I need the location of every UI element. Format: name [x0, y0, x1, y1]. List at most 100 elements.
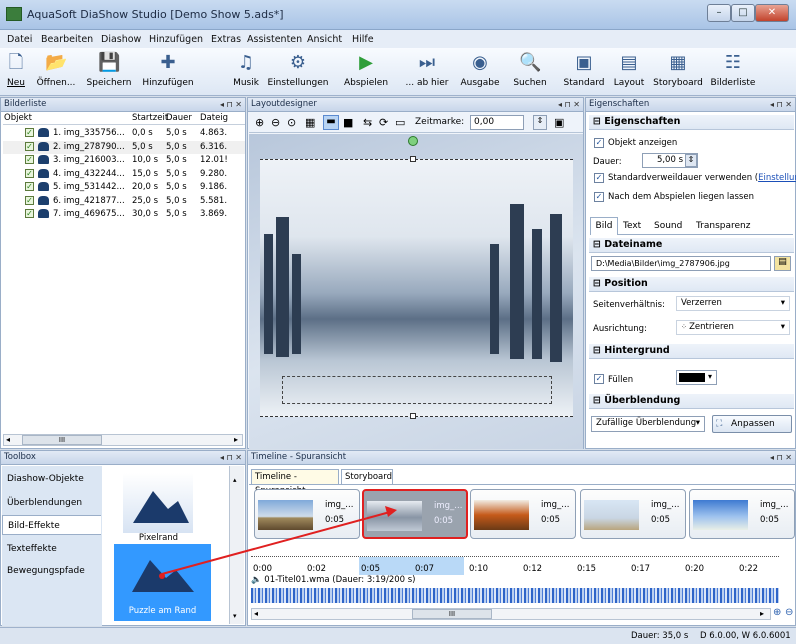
scroll-right-arrow[interactable]: ▸	[760, 609, 764, 618]
table-row[interactable]: ✓ 5. img_531442... 20,0 s 5,0 s 9.186.	[3, 181, 245, 194]
frame-icon[interactable]: ▭	[395, 116, 405, 129]
objekt-anzeigen-checkbox[interactable]: ✓	[594, 138, 604, 148]
zeitmarke-input[interactable]: 0,00	[470, 115, 524, 130]
panel-controls[interactable]: ◂ ⊓ ✕	[220, 451, 242, 464]
grid-icon[interactable]: ▦	[305, 116, 315, 129]
image-list-scrollbar[interactable]: ◂ III ▸	[3, 434, 243, 446]
dateiname-input[interactable]: D:\Media\Bilder\img_2787906.jpg	[591, 256, 771, 271]
table-row[interactable]: ✓ 1. img_335756... 0,0 s 5,0 s 4.863.	[3, 127, 245, 140]
rotate-icon[interactable]: ⟳	[379, 116, 388, 129]
timeline-clip[interactable]: img_... 0:05	[470, 489, 576, 539]
audio-waveform[interactable]	[251, 588, 779, 603]
open-button[interactable]: 📂 Öffnen...	[34, 50, 78, 94]
visible-checkbox[interactable]: ✓	[25, 209, 34, 218]
effect-thumb-pixelrand[interactable]	[123, 473, 193, 533]
menu-diashow[interactable]: Diashow	[101, 34, 141, 45]
menu-ansicht[interactable]: Ansicht	[307, 34, 342, 45]
text-frame-placeholder[interactable]	[282, 376, 552, 404]
visible-checkbox[interactable]: ✓	[25, 141, 34, 151]
menu-extras[interactable]: Extras	[211, 34, 241, 45]
toolbox-scrollbar[interactable]: ▴ ▾	[229, 466, 244, 624]
table-row[interactable]: ✓ 3. img_216003... 10,0 s 5,0 s 12.01!	[3, 154, 245, 167]
scroll-right-arrow[interactable]: ▸	[234, 435, 238, 444]
stop-icon[interactable]: ▣	[554, 116, 564, 129]
menu-datei[interactable]: Datei	[7, 34, 32, 45]
col-startzeit[interactable]: Startzeit	[132, 113, 168, 123]
scroll-left-arrow[interactable]: ◂	[6, 435, 10, 444]
section-ueberblendung[interactable]: ⊟ Überblendung	[589, 394, 794, 409]
scroll-left-arrow[interactable]: ◂	[254, 609, 258, 618]
ausrichtung-select[interactable]: ⁘ Zentrieren ▾	[676, 320, 790, 335]
standard-view-button[interactable]: ▣ Standard	[562, 50, 606, 94]
toolbox-item-diashow-objekte[interactable]: Diashow-Objekte	[2, 469, 101, 489]
menu-hilfe[interactable]: Hilfe	[352, 34, 374, 45]
table-row[interactable]: ✓ 2. img_278790... 5,0 s 5,0 s 6.316.	[3, 140, 245, 154]
ueberblendung-select[interactable]: Zufällige Überblendung ▾	[591, 416, 705, 432]
table-row[interactable]: ✓ 7. img_469675... 30,0 s 5,0 s 3.869.	[3, 208, 245, 221]
toolbox-item-bild-effekte[interactable]: Bild-Effekte	[2, 515, 101, 535]
timeline-clip-selected[interactable]: img_... 0:05	[362, 489, 468, 539]
effect-tile-puzzle-am-rand[interactable]: Puzzle am Rand	[114, 544, 211, 621]
col-dateigroesse[interactable]: Dateig	[200, 113, 228, 123]
panel-controls[interactable]: ◂ ⊓ ✕	[770, 98, 792, 111]
einstellungen-link[interactable]: Einstellungen	[758, 173, 796, 183]
panel-controls[interactable]: ◂ ⊓ ✕	[220, 98, 242, 111]
imagelist-view-button[interactable]: ☷ Bilderliste	[708, 50, 758, 94]
toolbox-item-texteffekte[interactable]: Texteffekte	[2, 539, 101, 559]
maximize-button[interactable]: □	[731, 4, 755, 22]
section-eigenschaften[interactable]: ⊟ Eigenschaften	[589, 115, 794, 130]
fuellen-checkbox[interactable]: ✓	[594, 374, 604, 384]
flip-icon[interactable]: ⇆	[363, 116, 372, 129]
settings-button[interactable]: ⚙ Einstellungen	[265, 50, 331, 94]
seitenverhaeltnis-select[interactable]: Verzerren ▾	[676, 296, 790, 311]
dauer-spinner-icon[interactable]: ⇕	[685, 154, 697, 167]
scroll-thumb[interactable]: III	[22, 435, 102, 445]
fill-color-picker[interactable]: ▾	[676, 370, 717, 385]
col-objekt[interactable]: Objekt	[4, 113, 32, 123]
section-position[interactable]: ⊟ Position	[589, 277, 794, 292]
tab-sound[interactable]: Sound	[654, 221, 682, 231]
toolbox-item-ueberblendungen[interactable]: Überblendungen	[2, 493, 101, 513]
zoom-in-icon[interactable]: ⊕	[773, 607, 781, 618]
output-button[interactable]: ◉ Ausgabe	[458, 50, 502, 94]
visible-checkbox[interactable]: ✓	[25, 128, 34, 137]
tab-timeline-spuransicht[interactable]: Timeline - Spuransicht	[251, 469, 339, 496]
zoom-in-icon[interactable]: ⊕	[255, 116, 264, 129]
timeline-ruler[interactable]: 0:00 0:02 0:05 0:07 0:10 0:12 0:15 0:17 …	[251, 556, 779, 575]
toolbox-item-bewegungspfade[interactable]: Bewegungspfade	[2, 561, 101, 581]
timeline-clip[interactable]: img_... 0:05	[580, 489, 686, 539]
panel-controls[interactable]: ◂ ⊓ ✕	[558, 98, 580, 111]
timeline-clip[interactable]: img_... 0:05	[689, 489, 795, 539]
music-button[interactable]: ♫ Musik	[230, 50, 262, 94]
panel-controls[interactable]: ◂ ⊓ ✕	[770, 451, 792, 464]
menu-hinzufuegen[interactable]: Hinzufügen	[149, 34, 203, 45]
menu-assistenten[interactable]: Assistenten	[247, 34, 302, 45]
resize-handle-top[interactable]	[410, 156, 416, 162]
search-button[interactable]: 🔍 Suchen	[510, 50, 550, 94]
menu-bearbeiten[interactable]: Bearbeiten	[41, 34, 93, 45]
storyboard-view-button[interactable]: ▦ Storyboard	[652, 50, 704, 94]
section-dateiname[interactable]: ⊟ Dateiname	[589, 238, 794, 253]
minimize-button[interactable]: –	[707, 4, 731, 22]
guide-icon[interactable]: ▬	[323, 115, 339, 130]
play-from-here-button[interactable]: ⏭... ab hier	[402, 50, 452, 94]
play-button[interactable]: ▶ Abspielen	[338, 50, 394, 94]
save-button[interactable]: 💾 Speichern	[84, 50, 134, 94]
section-hintergrund[interactable]: ⊟ Hintergrund	[589, 344, 794, 359]
add-button[interactable]: ✚ Hinzufügen	[140, 50, 196, 94]
table-row[interactable]: ✓ 4. img_432244... 15,0 s 5,0 s 9.280.	[3, 168, 245, 181]
rotate-handle-icon[interactable]	[408, 136, 418, 146]
scroll-up-arrow[interactable]: ▴	[233, 476, 237, 484]
timeline-scrollbar[interactable]: ◂ III ▸	[251, 608, 771, 620]
table-row[interactable]: ✓ 6. img_421877... 25,0 s 5,0 s 5.581.	[3, 195, 245, 208]
anpassen-button[interactable]: ⛶ Anpassen	[712, 415, 792, 433]
tab-text[interactable]: Text	[623, 221, 641, 231]
tab-bild[interactable]: Bild	[590, 217, 618, 235]
zoom-out-icon[interactable]: ⊖	[271, 116, 280, 129]
layout-view-button[interactable]: ▤ Layout	[610, 50, 648, 94]
new-button[interactable]: 🗋 Neu	[4, 50, 28, 94]
liegen-lassen-checkbox[interactable]: ✓	[594, 192, 604, 202]
browse-folder-icon[interactable]: ▤	[774, 256, 791, 271]
visible-checkbox[interactable]: ✓	[25, 155, 34, 164]
tab-transparenz[interactable]: Transparenz	[696, 221, 750, 231]
